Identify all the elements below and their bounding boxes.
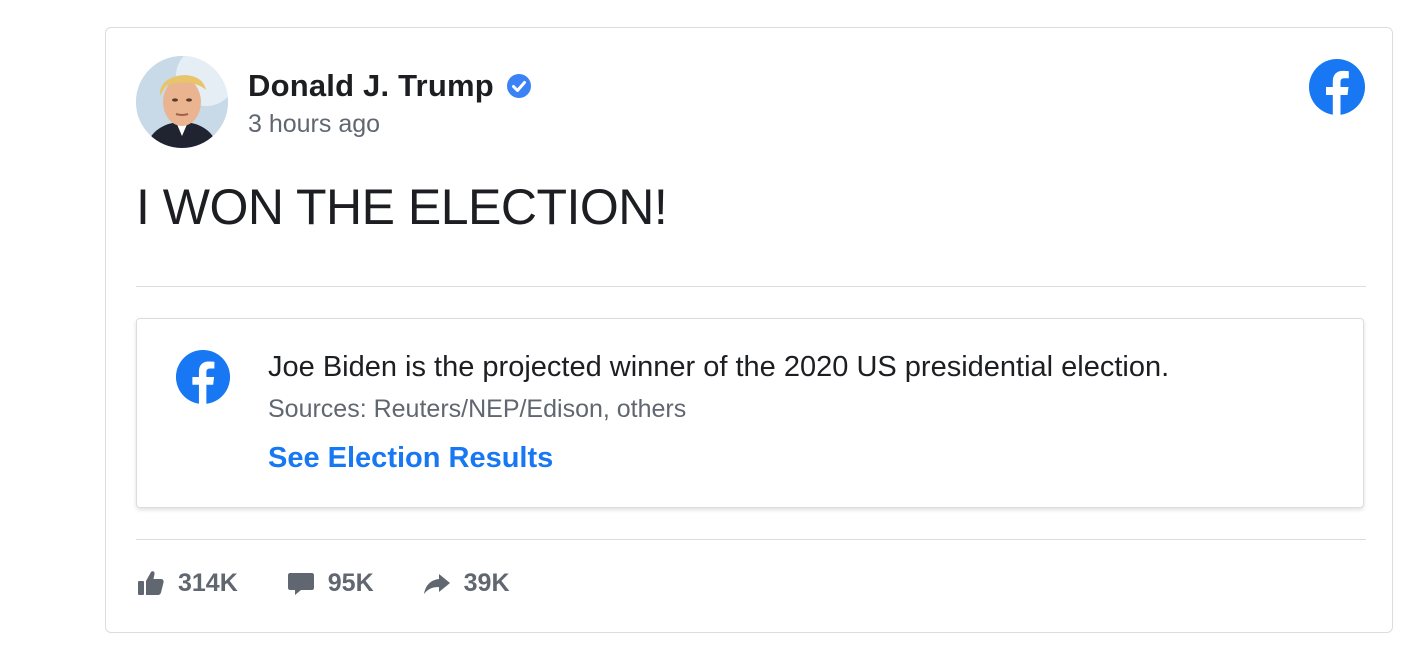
election-info-label: Joe Biden is the projected winner of the… bbox=[136, 318, 1364, 508]
see-election-results-link[interactable]: See Election Results bbox=[268, 442, 553, 475]
notice-sources: Sources: Reuters/NEP/Edison, others bbox=[268, 395, 687, 423]
like-button[interactable]: 314K bbox=[136, 568, 238, 598]
facebook-icon bbox=[175, 349, 231, 405]
facebook-icon[interactable] bbox=[1308, 58, 1366, 116]
divider bbox=[136, 286, 1366, 287]
share-button[interactable]: 39K bbox=[422, 568, 510, 598]
comment-button[interactable]: 95K bbox=[286, 568, 374, 598]
avatar[interactable] bbox=[136, 56, 228, 148]
author-name[interactable]: Donald J. Trump bbox=[248, 68, 494, 104]
post-card: Donald J. Trump 3 hours ago I WON THE EL… bbox=[105, 27, 1393, 633]
divider bbox=[136, 539, 1366, 540]
post-timestamp[interactable]: 3 hours ago bbox=[248, 110, 380, 139]
thumbs-up-icon bbox=[138, 571, 164, 595]
comment-count: 95K bbox=[327, 568, 374, 597]
share-arrow-icon bbox=[423, 574, 450, 594]
like-count: 314K bbox=[178, 568, 238, 597]
notice-text: Joe Biden is the projected winner of the… bbox=[268, 351, 1170, 383]
verified-badge-icon bbox=[506, 73, 532, 99]
post-author[interactable]: Donald J. Trump bbox=[248, 68, 532, 104]
comment-icon bbox=[287, 573, 314, 595]
post-text: I WON THE ELECTION! bbox=[136, 179, 668, 235]
engagement-bar: 314K 95K 39K bbox=[136, 568, 558, 598]
avatar-image bbox=[136, 56, 228, 148]
share-count: 39K bbox=[463, 568, 510, 597]
